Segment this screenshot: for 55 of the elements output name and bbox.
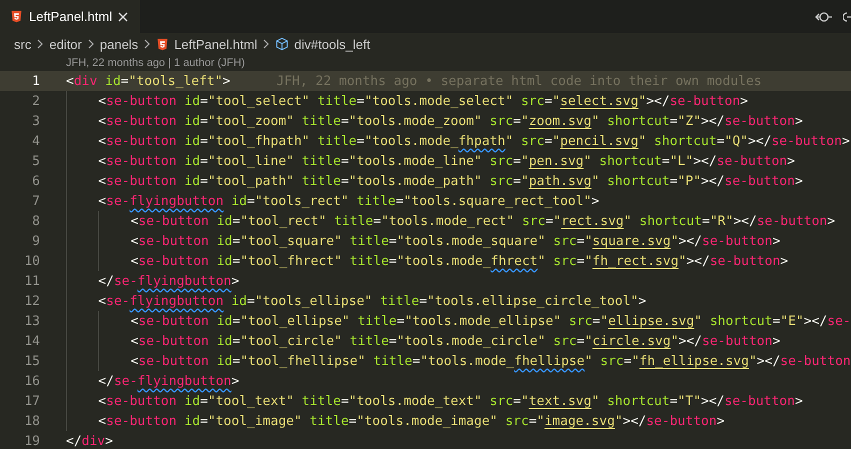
line-number: 3 [31, 114, 40, 128]
line-number: 11 [23, 274, 40, 288]
code-line: <se-button id="tool_path" title="tools.mode_path" src="path.svg" shortcut="P"></se-button> [98, 174, 803, 188]
line-number: 12 [23, 294, 40, 308]
code-line: <se-flyingbutton id="tools_rect" title="tools.square_rect_tool"> [98, 194, 600, 208]
breadcrumb-item[interactable]: src [14, 36, 32, 52]
html5-icon [156, 38, 170, 50]
code-line: <div id="tools_left"> [66, 74, 230, 88]
chevron-icon [144, 39, 150, 49]
code-line: <se-button id="tool_fhrect" title="tools.mode_fhrect" src="fh_rect.svg"></se-button> [130, 254, 788, 268]
line-number: 6 [31, 174, 40, 188]
line-number: 9 [31, 234, 40, 248]
line-number: 5 [31, 154, 40, 168]
codelens-text[interactable]: JFH, 22 months ago | 1 author (JFH) [66, 57, 245, 69]
code-line: <se-flyingbutton id="tools_ellipse" title="tools.ellipse_circle_tool"> [98, 294, 646, 308]
line-number: 13 [23, 314, 40, 328]
line-number: 15 [23, 354, 40, 368]
line-number: 18 [23, 414, 40, 428]
html5-icon [10, 10, 23, 23]
breadcrumb-item[interactable]: panels [100, 36, 138, 52]
line-number: 19 [23, 434, 40, 448]
chevron-icon [37, 39, 44, 49]
code-line: <se-button id="tool_fhpath" title="tools.mode_fhpath" src="pencil.svg" shortcut="Q"></se-button> [98, 134, 850, 148]
chevron-icon [263, 39, 270, 49]
code-line: </se-flyingbutton> [98, 374, 240, 388]
breadcrumb-item[interactable]: editor [49, 36, 82, 52]
line-number: 17 [23, 394, 40, 408]
code-line: </div> [66, 434, 113, 448]
line-number: 1 [31, 74, 40, 88]
code-line: <se-button id="tool_text" title="tools.mode_text" src="text.svg" shortcut="T"></se-button> [98, 394, 803, 408]
code-line: <se-button id="tool_square" title="tools.mode_square" src="square.svg"></se-button> [130, 234, 780, 248]
chevron-icon [88, 39, 94, 49]
code-line: <se-button id="tool_select" title="tools.mode_select" src="select.svg"></se-button> [98, 94, 748, 108]
code-line: <se-button id="tool_circle" title="tools.mode_circle" src="circle.svg"></se-button> [130, 334, 780, 348]
code-line: <se-button id="tool_zoom" title="tools.mode_zoom" src="zoom.svg" shortcut="Z"></se-button> [98, 114, 803, 128]
line-number: 7 [31, 194, 40, 208]
code-line: <se-button id="tool_line" title="tools.mode_line" src="pen.svg" shortcut="L"></se-button> [98, 154, 795, 168]
code-line: <se-button id="tool_rect" title="tools.mode_rect" src="rect.svg" shortcut="R"></se-button> [130, 214, 836, 228]
line-number: 4 [31, 134, 40, 148]
line-number: 2 [31, 94, 40, 108]
close-icon[interactable] [118, 12, 128, 22]
code-line: <se-button id="tool_ellipse" title="tools.mode_ellipse" src="ellipse.svg" shortcut="E"></se- [130, 314, 851, 328]
git-compare-icon[interactable] [843, 10, 851, 22]
code-line: </se-flyingbutton> [98, 274, 240, 288]
line-number: 14 [23, 334, 40, 348]
code-line: <se-button id="tool_image" title="tools.mode_image" src="image.svg"></se-button> [98, 414, 725, 428]
cube-icon [275, 37, 290, 51]
line-number: 8 [31, 214, 40, 228]
editor-tab[interactable]: LeftPanel.html [0, 0, 140, 33]
breadcrumb-item[interactable]: div#tools_left [294, 36, 370, 52]
git-commit-icon[interactable] [815, 10, 833, 22]
breadcrumb-item[interactable]: LeftPanel.html [174, 36, 258, 52]
line-number: 10 [23, 254, 40, 268]
line-number: 16 [23, 374, 40, 388]
code-line: <se-button id="tool_fhellipse" title="tools.mode_fhellipse" src="fh_ellipse.svg"></se-button [130, 354, 851, 368]
